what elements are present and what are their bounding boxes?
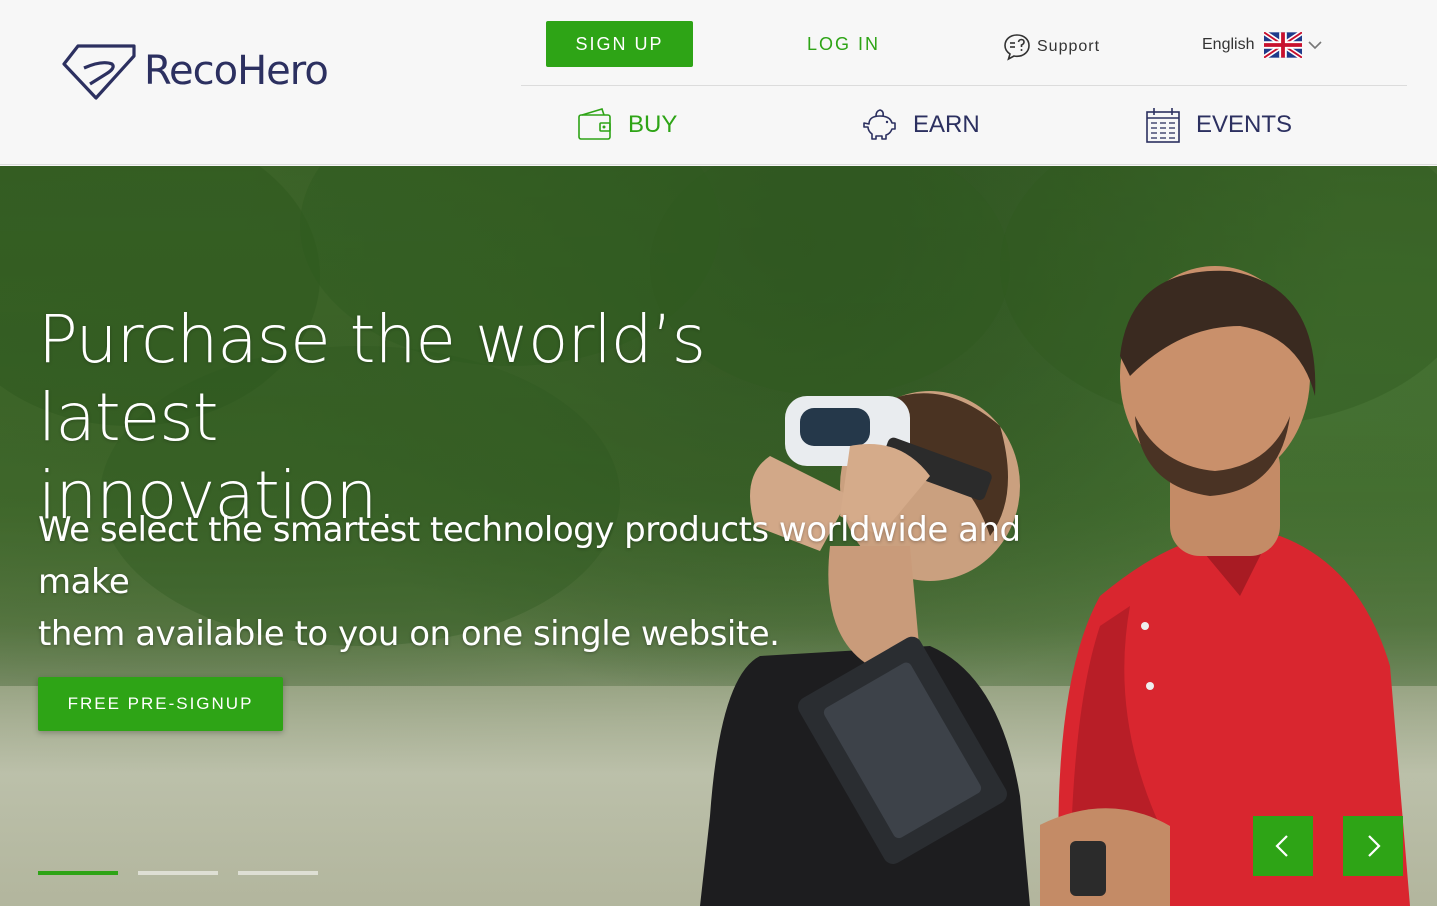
slide-indicator-1[interactable]	[38, 871, 118, 875]
next-slide-button[interactable]	[1343, 816, 1403, 876]
logo-mark-icon	[62, 42, 136, 100]
language-selector[interactable]: English	[1202, 32, 1322, 58]
support-icon	[1002, 32, 1032, 62]
piggy-bank-icon	[861, 106, 899, 144]
nav-label-earn: EARN	[913, 111, 980, 139]
nav-item-buy[interactable]: BUY	[576, 103, 677, 147]
support-link[interactable]: Support	[1002, 32, 1100, 62]
free-pre-signup-button[interactable]: FREE PRE-SIGNUP	[38, 677, 283, 731]
wallet-icon	[576, 106, 614, 144]
previous-slide-button[interactable]	[1253, 816, 1313, 876]
nav-item-earn[interactable]: EARN	[861, 103, 980, 147]
sign-up-button[interactable]: SIGN UP	[546, 21, 693, 67]
chevron-right-icon	[1360, 833, 1386, 859]
header-divider	[521, 85, 1407, 86]
chevron-down-icon	[1308, 38, 1322, 52]
hero-subheadline-line-1: We select the smartest technology produc…	[38, 504, 1118, 608]
logo[interactable]: RecoHero	[62, 42, 328, 100]
hero-subheadline-line-2: them available to you on one single webs…	[38, 608, 1118, 660]
language-label: English	[1202, 36, 1254, 54]
hero-subheadline: We select the smartest technology produc…	[38, 504, 1118, 660]
slider-indicators	[38, 871, 338, 875]
log-in-link[interactable]: LOG IN	[807, 34, 880, 55]
hero-headline: Purchase the world’s latest innovation.	[38, 301, 858, 535]
nav-label-buy: BUY	[628, 111, 677, 139]
calendar-icon	[1144, 106, 1182, 144]
hero-banner: Purchase the world’s latest innovation. …	[0, 166, 1437, 906]
uk-flag-icon	[1264, 32, 1302, 58]
nav-item-events[interactable]: EVENTS	[1144, 103, 1292, 147]
site-header: RecoHero SIGN UP LOG IN Support English	[0, 0, 1437, 165]
slide-indicator-2[interactable]	[138, 871, 218, 875]
topbar: SIGN UP LOG IN Support English	[521, 21, 1407, 67]
nav-label-events: EVENTS	[1196, 111, 1292, 139]
support-label: Support	[1037, 38, 1100, 56]
hero-headline-line-1: Purchase the world’s latest	[38, 301, 858, 457]
logo-text: RecoHero	[144, 48, 328, 94]
slide-indicator-3[interactable]	[238, 871, 318, 875]
chevron-left-icon	[1270, 833, 1296, 859]
